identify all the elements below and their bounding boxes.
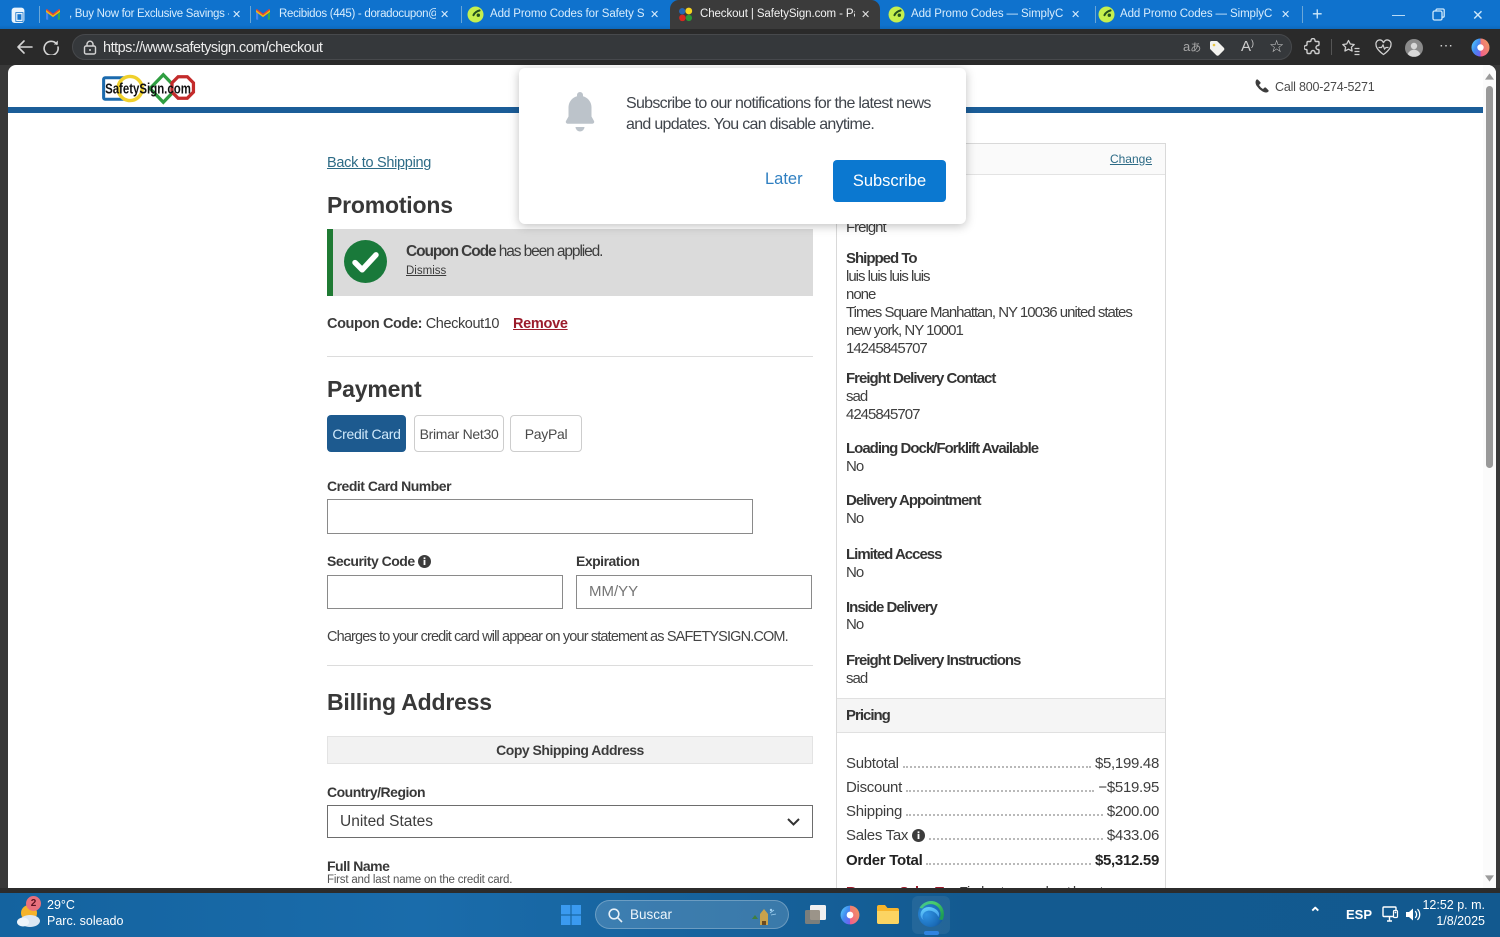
svg-text:SafetySign.com: SafetySign.com bbox=[105, 82, 191, 98]
